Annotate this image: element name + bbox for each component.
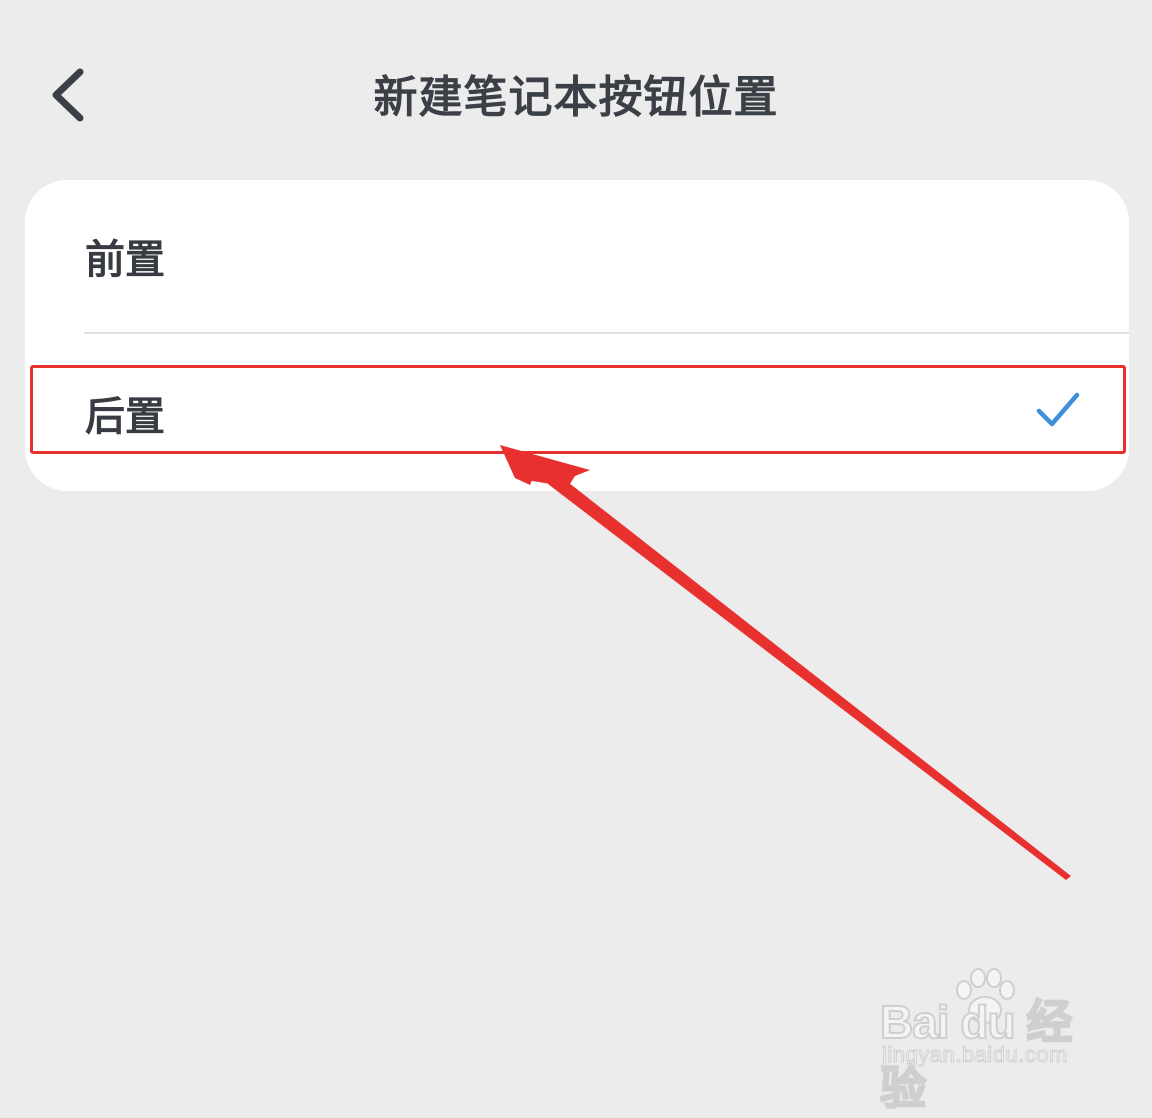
watermark: Bai du 经验 jingyan.baidu.com <box>879 966 1110 1115</box>
app-header: 新建笔记本按钮位置 <box>0 0 1152 190</box>
option-label-front: 前置 <box>85 237 165 283</box>
checkmark-icon <box>1036 390 1080 430</box>
page-title: 新建笔记本按钮位置 <box>373 72 779 123</box>
option-front[interactable]: 前置 <box>25 180 1129 333</box>
option-back[interactable]: 后置 <box>25 334 1129 491</box>
watermark-url: jingyan.baidu.com <box>882 1042 1068 1068</box>
option-label-back: 后置 <box>85 394 165 440</box>
watermark-logo: Bai du 经验 <box>879 995 1073 1115</box>
options-card: 前置 后置 <box>25 180 1129 491</box>
paw-icon <box>956 968 1015 1024</box>
